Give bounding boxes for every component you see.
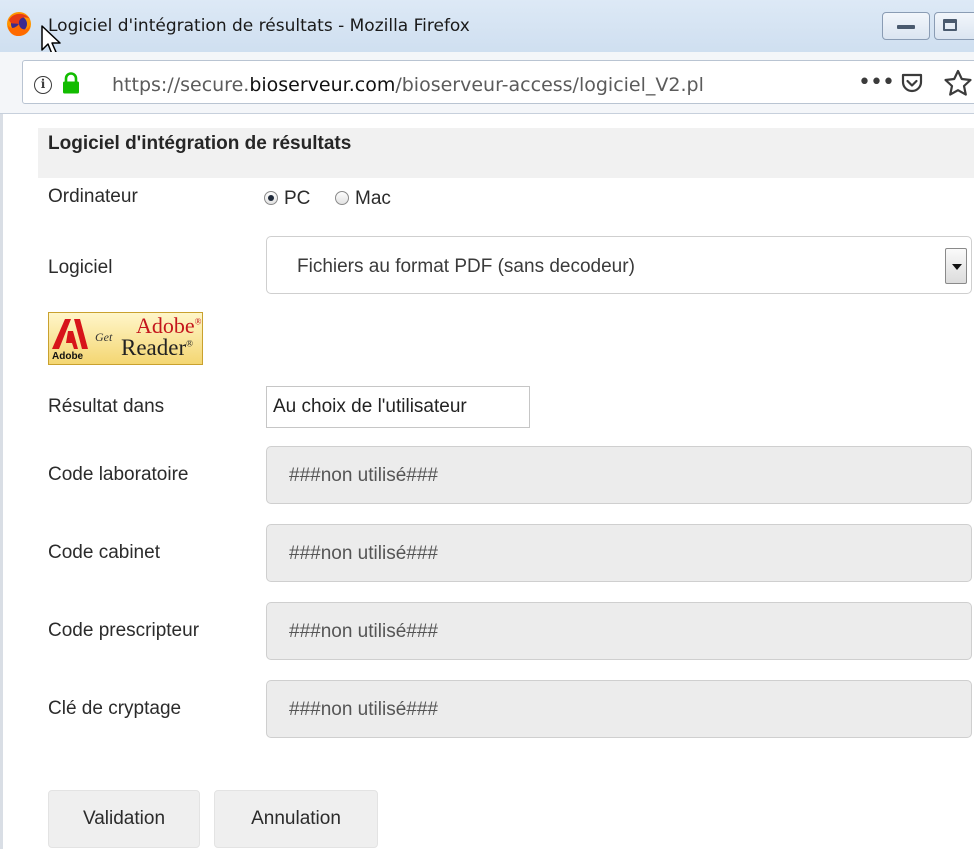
url-prefix: https://secure. bbox=[112, 74, 250, 96]
page-actions-more-icon[interactable]: ••• bbox=[858, 70, 895, 95]
logiciel-select[interactable]: Fichiers au format PDF (sans decodeur) bbox=[266, 236, 972, 294]
get-adobe-reader-badge[interactable]: Adobe Get Adobe® Reader® bbox=[48, 312, 203, 365]
window-title: Logiciel d'intégration de résultats - Mo… bbox=[48, 16, 470, 36]
chevron-down-icon[interactable] bbox=[945, 248, 967, 284]
pocket-icon[interactable] bbox=[900, 72, 924, 94]
code-prescripteur-label: Code prescripteur bbox=[48, 620, 200, 641]
resultat-label: Résultat dans bbox=[48, 396, 165, 417]
cle-cryptage-label: Clé de cryptage bbox=[48, 698, 182, 719]
maximize-icon bbox=[943, 19, 957, 31]
cle-cryptage-field: ###non utilisé### bbox=[266, 680, 972, 738]
adobe-logo-icon bbox=[52, 319, 88, 349]
bookmark-star-icon[interactable] bbox=[942, 68, 974, 98]
page-title: Logiciel d'intégration de résultats bbox=[48, 133, 352, 154]
cle-cryptage-value: ###non utilisé### bbox=[289, 699, 438, 720]
code-cabinet-value: ###non utilisé### bbox=[289, 543, 438, 564]
radio-mac-label[interactable]: Mac bbox=[355, 188, 391, 210]
adobe-get-text: Get bbox=[95, 330, 113, 344]
page-content: Logiciel d'intégration de résultats Ordi… bbox=[0, 114, 974, 849]
radio-pc-label[interactable]: PC bbox=[284, 188, 310, 210]
code-cabinet-field: ###non utilisé### bbox=[266, 524, 972, 582]
url-path: /bioserveur-access/logiciel_V2.pl bbox=[395, 74, 704, 96]
ordinateur-label: Ordinateur bbox=[48, 186, 138, 207]
code-prescripteur-field: ###non utilisé### bbox=[266, 602, 972, 660]
logiciel-selected-value: Fichiers au format PDF (sans decodeur) bbox=[297, 256, 635, 277]
minimize-icon bbox=[897, 25, 915, 29]
lock-icon[interactable] bbox=[62, 72, 80, 94]
url-text[interactable]: https://secure.bioserveur.com/bioserveur… bbox=[112, 74, 704, 96]
minimize-button[interactable] bbox=[882, 12, 930, 40]
validation-button[interactable]: Validation bbox=[48, 790, 200, 848]
code-laboratoire-value: ###non utilisé### bbox=[289, 465, 438, 486]
site-info-icon[interactable]: i bbox=[34, 76, 52, 94]
window-left-edge bbox=[0, 114, 3, 849]
maximize-button[interactable] bbox=[934, 12, 974, 40]
logiciel-label: Logiciel bbox=[48, 257, 113, 278]
url-domain: bioserveur.com bbox=[249, 74, 396, 96]
adobe-product-bottom: Reader® bbox=[121, 335, 193, 360]
code-laboratoire-field: ###non utilisé### bbox=[266, 446, 972, 504]
code-laboratoire-label: Code laboratoire bbox=[48, 464, 189, 485]
adobe-brand-text: Adobe bbox=[52, 351, 84, 362]
navigation-bar: i https://secure.bioserveur.com/bioserve… bbox=[0, 52, 974, 114]
radio-mac[interactable] bbox=[335, 191, 349, 205]
firefox-logo-icon bbox=[7, 12, 31, 36]
radio-pc[interactable] bbox=[264, 191, 278, 205]
resultat-input[interactable] bbox=[266, 386, 530, 428]
window-titlebar: Logiciel d'intégration de résultats - Mo… bbox=[0, 0, 974, 55]
code-cabinet-label: Code cabinet bbox=[48, 542, 160, 563]
annulation-button[interactable]: Annulation bbox=[214, 790, 378, 848]
code-prescripteur-value: ###non utilisé### bbox=[289, 621, 438, 642]
